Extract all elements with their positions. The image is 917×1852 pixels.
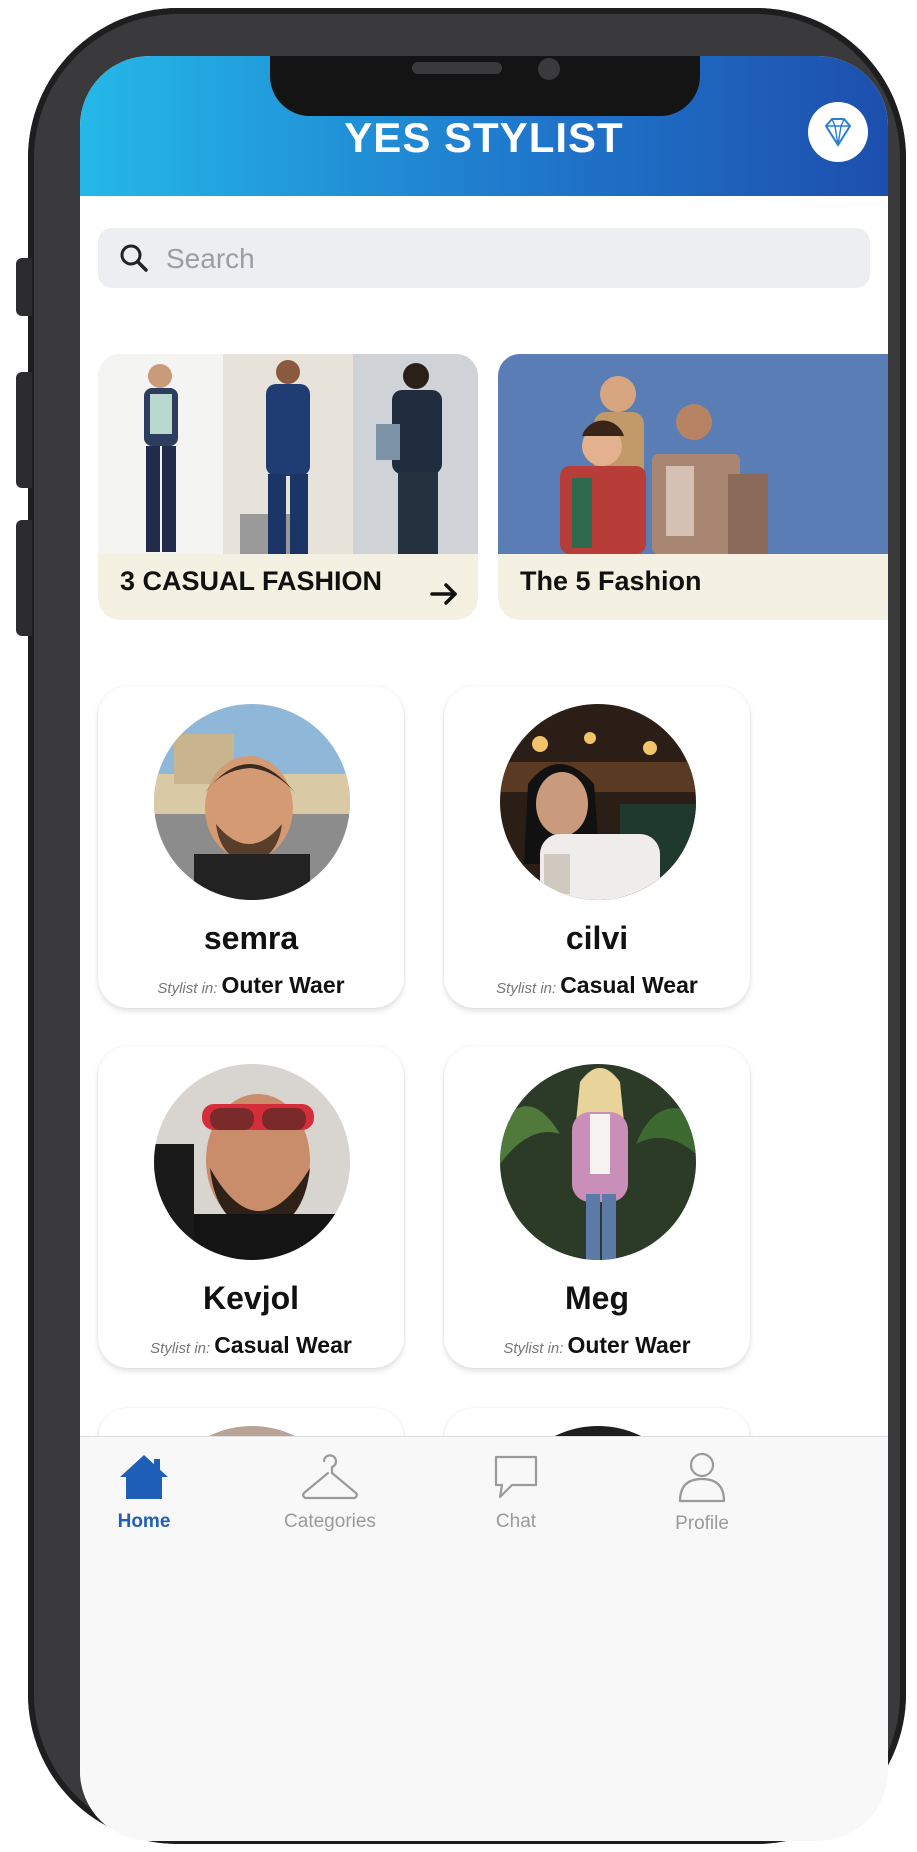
front-camera [538, 58, 560, 80]
specialty-category: Casual Wear [214, 1332, 352, 1358]
premium-button[interactable] [808, 102, 868, 162]
chat-bubble-icon [494, 1455, 538, 1499]
stylist-name: cilvi [565, 920, 629, 956]
mute-switch [16, 258, 32, 316]
stylist-specialty: Stylist in: Outer Waer [444, 1332, 750, 1359]
stylist-card[interactable]: semra Stylist in: Outer Waer [98, 686, 404, 1008]
banner-card-2[interactable]: The 5 Fashion [498, 354, 888, 620]
device-notch [270, 56, 700, 116]
stylist-specialty: Stylist in: Outer Waer [98, 972, 404, 999]
arrow-right-icon[interactable] [428, 578, 460, 610]
home-icon [120, 1455, 168, 1499]
stylist-specialty: Stylist in: Casual Wear [444, 972, 750, 999]
stylist-avatar [500, 1064, 696, 1260]
tab-label: Chat [495, 1511, 537, 1532]
specialty-prefix: Stylist in: [150, 1340, 211, 1357]
search-input[interactable] [164, 228, 848, 290]
stylist-avatar [154, 704, 350, 900]
stylist-name: Kevjol [202, 1280, 300, 1316]
volume-up-button [16, 372, 32, 488]
specialty-prefix: Stylist in: [157, 980, 218, 997]
app-title: YES STYLIST [344, 114, 624, 161]
specialty-category: Casual Wear [560, 972, 698, 998]
stylist-avatar [154, 1064, 350, 1260]
tab-categories[interactable]: Categories [260, 1451, 400, 1541]
banner-photo-collage [98, 354, 478, 554]
specialty-prefix: Stylist in: [503, 1340, 564, 1357]
banner-photo-collage [498, 354, 888, 554]
stylist-name: Meg [565, 1280, 629, 1316]
search-bar[interactable] [98, 228, 870, 290]
person-icon [678, 1452, 726, 1503]
banner-card-1[interactable]: 3 CASUAL FASHION [98, 354, 478, 620]
tab-profile[interactable]: Profile [632, 1451, 772, 1541]
banner-title: The 5 Fashion [520, 566, 702, 596]
tab-chat[interactable]: Chat [446, 1451, 586, 1541]
tab-home[interactable]: Home [80, 1451, 214, 1541]
diamond-icon [824, 118, 852, 147]
stylist-name: semra [203, 920, 299, 956]
volume-down-button [16, 520, 32, 636]
stylist-card[interactable]: Kevjol Stylist in: Casual Wear [98, 1046, 404, 1368]
specialty-category: Outer Waer [567, 1332, 691, 1358]
stylist-avatar [500, 704, 696, 900]
stylist-specialty: Stylist in: Casual Wear [98, 1332, 404, 1359]
stylist-card[interactable]: Meg Stylist in: Outer Waer [444, 1046, 750, 1368]
hanger-icon [302, 1454, 358, 1500]
speaker-grille [412, 62, 502, 74]
tab-label: Home [117, 1511, 171, 1532]
search-icon [120, 244, 148, 272]
stylist-card[interactable]: cilvi Stylist in: Casual Wear [444, 686, 750, 1008]
tab-label: Categories [284, 1511, 376, 1532]
specialty-category: Outer Waer [221, 972, 345, 998]
banner-title: 3 CASUAL FASHION [120, 566, 383, 596]
tab-label: Profile [675, 1513, 729, 1534]
bottom-tab-bar: Home Categories Chat Profile [80, 1436, 888, 1841]
app-screen: YES STYLIST Search 3 CASUAL FASHION The … [80, 56, 888, 1841]
specialty-prefix: Stylist in: [496, 980, 557, 997]
